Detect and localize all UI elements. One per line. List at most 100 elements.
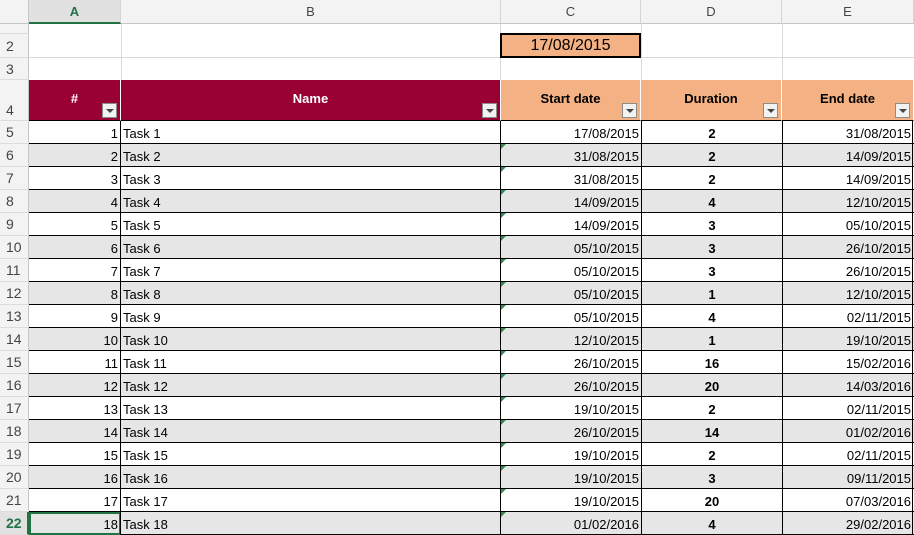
task-name-cell[interactable]: Task 2 [121,144,500,167]
filter-dropdown-icon[interactable] [482,103,497,118]
start-date-cell[interactable]: 19/10/2015 [501,489,641,512]
start-date-cell[interactable]: 26/10/2015 [501,374,641,397]
task-name-cell[interactable]: Task 10 [121,328,500,351]
duration-cell[interactable]: 2 [642,121,782,144]
header-num-cell[interactable]: # [29,80,121,121]
task-number-cell[interactable]: 6 [29,236,120,259]
header-end-date-cell[interactable]: End date [782,80,914,121]
task-name-cell[interactable]: Task 14 [121,420,500,443]
task-number-cell[interactable]: 3 [29,167,120,190]
start-date-cell[interactable]: 05/10/2015 [501,236,641,259]
duration-cell[interactable]: 1 [642,282,782,305]
start-date-cell[interactable]: 19/10/2015 [501,443,641,466]
row-header-15[interactable]: 15 [0,351,29,374]
duration-cell[interactable]: 20 [642,489,782,512]
task-name-cell[interactable]: Task 3 [121,167,500,190]
duration-cell[interactable]: 1 [642,328,782,351]
task-name-cell[interactable]: Task 16 [121,466,500,489]
start-date-cell[interactable]: 05/10/2015 [501,282,641,305]
start-date-cell[interactable]: 17/08/2015 [501,121,641,144]
task-number-cell[interactable]: 10 [29,328,120,351]
start-date-cell[interactable]: 31/08/2015 [501,167,641,190]
task-number-cell[interactable]: 5 [29,213,120,236]
row-header-22[interactable]: 22 [0,512,29,535]
select-all-corner[interactable] [0,0,29,24]
end-date-cell[interactable]: 05/10/2015 [783,213,913,236]
task-name-cell[interactable]: Task 8 [121,282,500,305]
header-start-date-cell[interactable]: Start date [501,80,641,121]
duration-cell[interactable]: 3 [642,213,782,236]
task-name-cell[interactable]: Task 12 [121,374,500,397]
end-date-cell[interactable]: 12/10/2015 [783,190,913,213]
task-number-cell[interactable]: 7 [29,259,120,282]
duration-cell[interactable]: 3 [642,259,782,282]
task-number-cell[interactable]: 8 [29,282,120,305]
task-number-cell[interactable]: 9 [29,305,120,328]
row-header-12[interactable]: 12 [0,282,29,305]
task-name-cell[interactable]: Task 1 [121,121,500,144]
start-date-cell[interactable]: 14/09/2015 [501,213,641,236]
task-name-cell[interactable]: Task 13 [121,397,500,420]
row-header-4[interactable]: 4 [0,80,29,121]
row-header-17[interactable]: 17 [0,397,29,420]
end-date-cell[interactable]: 09/11/2015 [783,466,913,489]
duration-cell[interactable]: 20 [642,374,782,397]
task-name-cell[interactable]: Task 15 [121,443,500,466]
end-date-cell[interactable]: 14/09/2015 [783,167,913,190]
task-name-cell[interactable]: Task 4 [121,190,500,213]
start-date-cell[interactable]: 14/09/2015 [501,190,641,213]
task-name-cell[interactable]: Task 11 [121,351,500,374]
duration-cell[interactable]: 3 [642,466,782,489]
end-date-cell[interactable]: 07/03/2016 [783,489,913,512]
start-date-cell[interactable]: 31/08/2015 [501,144,641,167]
duration-cell[interactable]: 16 [642,351,782,374]
end-date-cell[interactable]: 02/11/2015 [783,397,913,420]
row-header-5[interactable]: 5 [0,121,29,144]
task-number-cell[interactable]: 1 [29,121,120,144]
task-name-cell[interactable]: Task 5 [121,213,500,236]
end-date-cell[interactable]: 26/10/2015 [783,236,913,259]
row-header-21[interactable]: 21 [0,489,29,512]
duration-cell[interactable]: 2 [642,167,782,190]
end-date-cell[interactable]: 29/02/2016 [783,512,913,535]
row-header-2[interactable]: 2 [0,34,29,58]
row-header-11[interactable]: 11 [0,259,29,282]
task-number-cell[interactable]: 16 [29,466,120,489]
duration-cell[interactable]: 14 [642,420,782,443]
start-date-cell[interactable]: 12/10/2015 [501,328,641,351]
end-date-cell[interactable]: 02/11/2015 [783,443,913,466]
row-header-9[interactable]: 9 [0,213,29,236]
start-date-cell[interactable]: 01/02/2016 [501,512,641,535]
row-header-20[interactable]: 20 [0,466,29,489]
end-date-cell[interactable]: 14/03/2016 [783,374,913,397]
end-date-cell[interactable]: 15/02/2016 [783,351,913,374]
task-number-cell[interactable]: 11 [29,351,120,374]
start-date-cell[interactable]: 05/10/2015 [501,305,641,328]
row-header-6[interactable]: 6 [0,144,29,167]
duration-cell[interactable]: 4 [642,190,782,213]
column-header-a[interactable]: A [29,0,121,24]
start-date-cell[interactable]: 26/10/2015 [501,351,641,374]
start-date-cell[interactable]: 26/10/2015 [501,420,641,443]
duration-cell[interactable]: 2 [642,443,782,466]
filter-dropdown-icon[interactable] [895,103,910,118]
row-header-18[interactable]: 18 [0,420,29,443]
column-header-b[interactable]: B [121,0,501,24]
start-date-cell[interactable]: 19/10/2015 [501,397,641,420]
duration-cell[interactable]: 4 [642,305,782,328]
end-date-cell[interactable]: 12/10/2015 [783,282,913,305]
row-header-13[interactable]: 13 [0,305,29,328]
end-date-cell[interactable]: 14/09/2015 [783,144,913,167]
row-header-10[interactable]: 10 [0,236,29,259]
project-start-date-cell[interactable]: 17/08/2015 [500,33,641,58]
row-header-14[interactable]: 14 [0,328,29,351]
task-name-cell[interactable]: Task 9 [121,305,500,328]
header-name-cell[interactable]: Name [121,80,501,121]
task-number-cell[interactable]: 14 [29,420,120,443]
filter-dropdown-icon[interactable] [763,103,778,118]
task-number-cell[interactable]: 15 [29,443,120,466]
duration-cell[interactable]: 2 [642,397,782,420]
end-date-cell[interactable]: 26/10/2015 [783,259,913,282]
column-header-d[interactable]: D [641,0,782,24]
task-number-cell[interactable]: 2 [29,144,120,167]
